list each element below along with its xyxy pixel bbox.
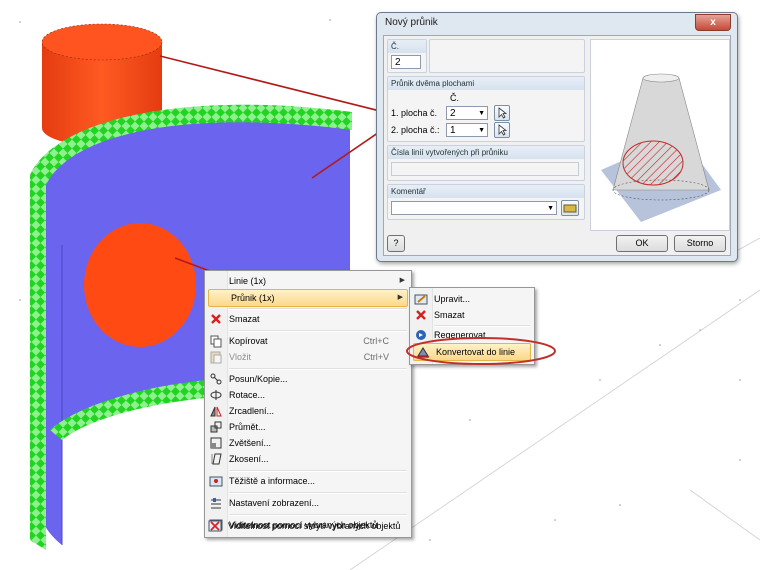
submenu-item-label: Upravit... bbox=[434, 294, 471, 304]
pick-surface1-button[interactable] bbox=[494, 105, 510, 121]
menu-item-prumet[interactable]: Průmět... bbox=[207, 419, 409, 435]
menu-item-kopirovat[interactable]: Kopírovat Ctrl+C bbox=[207, 333, 409, 349]
menu-item-label: Zrcadlení... bbox=[229, 406, 275, 416]
menu-item-vlozit[interactable]: Vložit Ctrl+V bbox=[207, 349, 409, 365]
submenu-item-upravit[interactable]: Upravit... bbox=[412, 291, 532, 307]
menu-shortcut: Ctrl+V bbox=[363, 352, 389, 362]
rotate-icon bbox=[209, 388, 223, 402]
highlight-ring bbox=[406, 337, 556, 365]
scale-icon bbox=[209, 436, 223, 450]
chevron-down-icon: ▼ bbox=[478, 110, 485, 117]
menu-item-label: Vložit bbox=[229, 352, 252, 362]
menu-item-viditelnost-skryti[interactable]: Viditelnost pomocí skrytí vybraných obje… bbox=[206, 518, 408, 534]
menu-item-label: Průmět... bbox=[229, 422, 266, 432]
menu-item-label: Viditelnost pomocí skrytí vybraných obje… bbox=[228, 521, 401, 531]
intersection-surface[interactable] bbox=[84, 223, 196, 347]
help-icon: ? bbox=[393, 238, 399, 248]
cone-intersection-illustration bbox=[601, 73, 721, 222]
centroid-info-icon bbox=[209, 474, 223, 488]
group-comment: Komentář ▼ bbox=[387, 184, 585, 220]
delete-x-icon bbox=[209, 312, 223, 326]
column-header: Č. bbox=[450, 93, 459, 103]
copy-icon bbox=[209, 334, 223, 348]
menu-item-zrcadleni[interactable]: Zrcadlení... bbox=[207, 403, 409, 419]
comment-select[interactable]: ▼ bbox=[391, 201, 557, 215]
menu-item-smazat[interactable]: Smazat bbox=[207, 311, 409, 327]
menu-shortcut: Ctrl+C bbox=[363, 336, 389, 346]
menu-item-zvetseni[interactable]: Zvětšení... bbox=[207, 435, 409, 451]
no-field[interactable]: 2 bbox=[391, 55, 421, 69]
menu-item-label: Posun/Kopie... bbox=[229, 374, 288, 384]
move-copy-icon bbox=[209, 372, 223, 386]
library-icon bbox=[563, 204, 577, 213]
menu-item-nastaveni[interactable]: Nastavení zobrazení... bbox=[207, 495, 409, 511]
lines-group-title: Čísla linií vytvořených při průniku bbox=[388, 146, 584, 159]
pick-surface2-button[interactable] bbox=[494, 122, 510, 138]
no-label: Č. bbox=[388, 40, 426, 53]
surface1-value: 2 bbox=[450, 108, 456, 119]
pointer-pick-icon bbox=[498, 124, 508, 136]
submenu-item-label: Smazat bbox=[434, 310, 465, 320]
menu-item-label: Průnik (1x) bbox=[231, 293, 275, 303]
surface2-value: 1 bbox=[450, 125, 456, 136]
group-lines: Čísla linií vytvořených při průniku bbox=[387, 145, 585, 181]
menu-item-label: Linie (1x) bbox=[229, 276, 267, 286]
chevron-down-icon: ▼ bbox=[547, 205, 554, 212]
help-button[interactable]: ? bbox=[387, 235, 405, 252]
project-icon bbox=[209, 420, 223, 434]
submenu-item-smazat[interactable]: Smazat bbox=[412, 307, 532, 323]
lines-field bbox=[391, 162, 579, 176]
ok-button[interactable]: OK bbox=[616, 235, 668, 252]
pointer-pick-icon bbox=[498, 107, 508, 119]
comment-library-button[interactable] bbox=[561, 200, 579, 216]
new-intersection-dialog: Nový průnik x Č. 2 Průnik dvěma plochami… bbox=[376, 12, 738, 262]
display-settings-icon bbox=[209, 496, 223, 510]
mirror-icon bbox=[209, 404, 223, 418]
surface1-select[interactable]: 2 ▼ bbox=[446, 106, 488, 120]
menu-item-prunik[interactable]: Průnik (1x) ▶ bbox=[208, 289, 408, 307]
group-intersection: Průnik dvěma plochami Č. 1. plocha č. 2 … bbox=[387, 76, 585, 142]
menu-item-label: Smazat bbox=[229, 314, 260, 324]
submenu-arrow-icon: ▶ bbox=[397, 294, 403, 301]
surface2-label: 2. plocha č.: bbox=[391, 125, 440, 135]
preview-image bbox=[590, 39, 730, 231]
surface1-label: 1. plocha č. bbox=[391, 108, 438, 118]
dialog-title: Nový průnik bbox=[385, 17, 438, 28]
group-no: Č. 2 bbox=[387, 39, 427, 73]
menu-item-label: Kopírovat bbox=[229, 336, 268, 346]
menu-item-label: Nastavení zobrazení... bbox=[229, 498, 320, 508]
comment-group-title: Komentář bbox=[388, 185, 584, 198]
menu-item-label: Zvětšení... bbox=[229, 438, 272, 448]
submenu-arrow-icon: ▶ bbox=[399, 277, 405, 284]
shear-icon bbox=[209, 452, 223, 466]
paste-icon bbox=[209, 350, 223, 364]
surface2-select[interactable]: 1 ▼ bbox=[446, 123, 488, 137]
dialog-client: Č. 2 Průnik dvěma plochami Č. 1. plocha … bbox=[383, 35, 731, 256]
delete-x-icon bbox=[414, 308, 428, 322]
edit-icon bbox=[414, 292, 428, 306]
menu-item-linie[interactable]: Linie (1x) ▶ bbox=[207, 273, 409, 289]
menu-item-rotace[interactable]: Rotace... bbox=[207, 387, 409, 403]
menu-item-label: Rotace... bbox=[229, 390, 266, 400]
chevron-down-icon: ▼ bbox=[478, 127, 485, 134]
menu-item-zkoseni[interactable]: Zkosení... bbox=[207, 451, 409, 467]
visibility-hide-icon bbox=[208, 519, 222, 533]
close-button[interactable]: x bbox=[695, 14, 731, 31]
group-no-spacer bbox=[429, 39, 585, 73]
menu-item-posun[interactable]: Posun/Kopie... bbox=[207, 371, 409, 387]
menu-item-label: Těžiště a informace... bbox=[229, 476, 316, 486]
context-menu: Linie (1x) ▶ Průnik (1x) ▶ Smazat Kopíro… bbox=[204, 270, 412, 538]
menu-item-label: Zkosení... bbox=[229, 454, 269, 464]
menu-item-teziste[interactable]: Těžiště a informace... bbox=[207, 473, 409, 489]
intersection-group-title: Průnik dvěma plochami bbox=[388, 77, 584, 90]
cancel-button[interactable]: Storno bbox=[674, 235, 726, 252]
left-support-strip[interactable] bbox=[30, 175, 46, 550]
